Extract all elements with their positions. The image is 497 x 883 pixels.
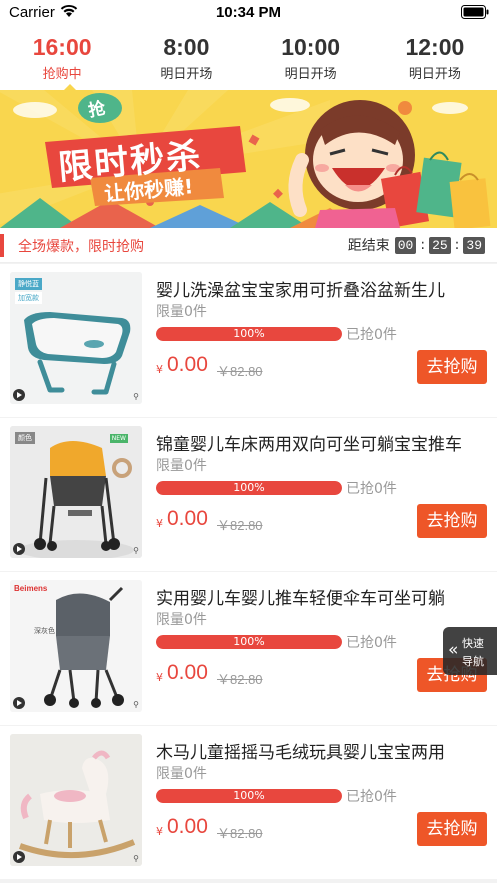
status-bar: Carrier 10:34 PM: [0, 0, 497, 26]
sold-progress-bar: 100%: [156, 327, 342, 341]
strip-title: 全场爆款，限时抢购: [18, 239, 144, 255]
sold-count: 已抢0件: [346, 635, 397, 651]
thumb-new-tag: NEW: [109, 434, 128, 443]
currency-symbol: ¥: [156, 671, 163, 684]
play-video-icon[interactable]: [13, 543, 25, 555]
sale-price: 0.00: [167, 507, 208, 530]
tab-status: 明日开场: [160, 67, 213, 82]
sold-count: 已抢0件: [346, 789, 397, 805]
zoom-icon: ⚲: [133, 392, 139, 401]
play-video-icon[interactable]: [13, 851, 25, 863]
tab-8-00[interactable]: 8:00 明日开场: [124, 26, 248, 90]
thumb-badge: 静悦蓝: [15, 278, 42, 290]
flash-sale-banner[interactable]: 抢 限时秒杀 让你秒赚!: [0, 90, 497, 228]
sold-progress-label: 100%: [233, 789, 265, 802]
original-price: ￥82.80: [217, 672, 263, 687]
sold-progress-label: 100%: [233, 327, 265, 340]
status-clock: 10:34 PM: [215, 4, 282, 21]
product-limit: 限量0件: [156, 612, 207, 628]
pushchair-image: [10, 580, 142, 712]
product-limit: 限量0件: [156, 304, 207, 320]
currency-symbol: ¥: [156, 363, 163, 376]
thumb-badge-secondary: 加宽款: [15, 292, 42, 304]
tab-12-00[interactable]: 12:00 明日开场: [373, 26, 497, 90]
zoom-icon: ⚲: [133, 854, 139, 863]
product-title[interactable]: 锦童婴儿车床两用双向可坐可躺宝宝推车: [156, 430, 488, 455]
sale-countdown-strip: 全场爆款，限时抢购 距结束 00 : 25 : 39: [0, 228, 497, 263]
countdown-separator: :: [454, 237, 460, 253]
product-limit: 限量0件: [156, 458, 207, 474]
tab-status: 明日开场: [284, 67, 337, 82]
tab-time: 16:00: [32, 34, 92, 60]
product-limit: 限量0件: [156, 766, 207, 782]
tab-10-00[interactable]: 10:00 明日开场: [249, 26, 373, 90]
grab-deal-button[interactable]: 去抢购: [417, 812, 487, 846]
sold-count: 已抢0件: [346, 327, 397, 343]
product-title[interactable]: 婴儿洗澡盆宝宝家用可折叠浴盆新生儿: [156, 276, 488, 301]
sold-progress-bar: 100%: [156, 635, 342, 649]
product-title[interactable]: 木马儿童摇摇马毛绒玩具婴儿宝宝两用: [156, 738, 488, 763]
active-tab-pointer: [62, 84, 78, 92]
currency-symbol: ¥: [156, 517, 163, 530]
time-slot-tabs: 16:00 抢购中 8:00 明日开场 10:00 明日开场 12:00 明日开…: [0, 26, 497, 90]
product-item[interactable]: 颜色 NEW ⚲ 锦童婴儿车床两用双向可坐可躺宝宝推车 限量0件 100% 已抢…: [0, 418, 497, 571]
sold-progress-label: 100%: [233, 481, 265, 494]
countdown-minutes: 25: [429, 236, 451, 254]
product-item[interactable]: 静悦蓝 加宽款 ⚲ 婴儿洗澡盆宝宝家用可折叠浴盆新生儿 限量0件 100% 已抢…: [0, 264, 497, 417]
product-image[interactable]: 静悦蓝 加宽款 ⚲: [10, 272, 142, 404]
strip-accent-bar: [0, 234, 4, 257]
tab-status: 抢购中: [42, 67, 82, 82]
tab-time: 10:00: [281, 34, 341, 60]
original-price: ￥82.80: [217, 364, 263, 379]
grab-deal-button[interactable]: 去抢购: [417, 504, 487, 538]
thumb-color-note: 深灰色: [34, 627, 55, 635]
product-item[interactable]: Beimens 深灰色 ⚲ 实用婴儿车婴儿推车轻便伞车可坐可躺 限量0件 100…: [0, 572, 497, 725]
countdown-seconds: 39: [463, 236, 485, 254]
sold-progress-label: 100%: [233, 635, 265, 648]
tab-status: 明日开场: [408, 67, 461, 82]
tab-time: 12:00: [405, 34, 465, 60]
countdown-label: 距结束: [347, 238, 390, 254]
sale-price: 0.00: [167, 815, 208, 838]
play-video-icon[interactable]: [13, 697, 25, 709]
sold-count: 已抢0件: [346, 481, 397, 497]
sold-progress-bar: 100%: [156, 789, 342, 803]
product-image[interactable]: 颜色 NEW ⚲: [10, 426, 142, 558]
countdown-timer: 距结束 00 : 25 : 39: [348, 235, 485, 255]
grab-deal-button[interactable]: 去抢购: [417, 350, 487, 384]
quick-nav-label-line2: 导航: [462, 655, 484, 668]
play-video-icon[interactable]: [13, 389, 25, 401]
sale-price: 0.00: [167, 661, 208, 684]
rocking-horse-image: [10, 734, 142, 866]
product-image[interactable]: ⚲: [10, 734, 142, 866]
double-chevron-left-icon: «: [448, 640, 459, 660]
battery-icon: [461, 5, 489, 19]
product-title[interactable]: 实用婴儿车婴儿推车轻便伞车可坐可躺: [156, 584, 488, 609]
original-price: ￥82.80: [217, 826, 263, 841]
stroller-image: [10, 426, 142, 558]
countdown-separator: :: [420, 237, 426, 253]
quick-nav-label-line1: 快速: [462, 637, 484, 650]
original-price: ￥82.80: [217, 518, 263, 533]
thumb-badge: 颜色: [15, 432, 35, 444]
product-image[interactable]: Beimens 深灰色 ⚲: [10, 580, 142, 712]
flash-sale-page: Carrier 10:34 PM 16:00 抢购中 8:00 明日开场 10:…: [0, 0, 497, 883]
thumb-brand-logo: Beimens: [14, 584, 48, 593]
quick-nav-button[interactable]: « 快速 导航: [443, 627, 497, 675]
currency-symbol: ¥: [156, 825, 163, 838]
zoom-icon: ⚲: [133, 700, 139, 709]
product-item[interactable]: ⚲ 木马儿童摇摇马毛绒玩具婴儿宝宝两用 限量0件 100% 已抢0件 ¥ 0.0…: [0, 726, 497, 879]
sold-progress-bar: 100%: [156, 481, 342, 495]
tab-16-00[interactable]: 16:00 抢购中: [0, 26, 124, 90]
sale-price: 0.00: [167, 353, 208, 376]
tab-time: 8:00: [163, 34, 210, 60]
countdown-hours: 00: [394, 236, 417, 254]
zoom-icon: ⚲: [133, 546, 139, 555]
